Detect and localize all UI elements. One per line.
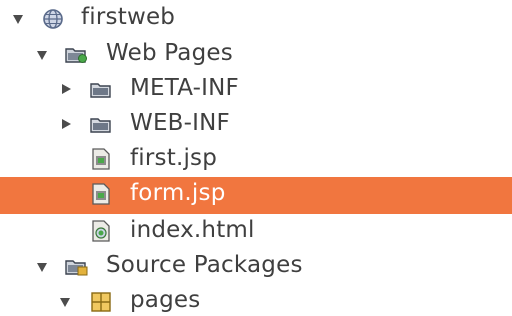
jsp-file-icon [91, 183, 113, 205]
tree-item-label: form.jsp [130, 180, 226, 206]
web-pages-folder-icon [65, 45, 87, 65]
expand-arrow-icon[interactable] [60, 119, 72, 131]
tree-item-label: Source Packages [106, 252, 303, 278]
expand-arrow-icon[interactable] [60, 84, 72, 96]
tree-item-meta-inf[interactable]: META-INF [0, 72, 512, 108]
tree-item-pages[interactable]: pages [0, 284, 512, 316]
expand-arrow-icon[interactable] [60, 296, 72, 308]
tree-item-label: index.html [130, 217, 255, 243]
tree-item-source-packages[interactable]: Source Packages [0, 249, 512, 285]
tree-item-label: firstweb [81, 4, 176, 30]
package-icon [90, 291, 112, 312]
source-packages-icon [65, 257, 88, 277]
tree-item-web-inf[interactable]: WEB-INF [0, 107, 512, 143]
tree-item-firstweb[interactable]: firstweb [0, 1, 512, 37]
jsp-file-icon [91, 148, 113, 170]
folder-icon [90, 80, 112, 100]
globe-icon [42, 8, 64, 29]
tree-item-index-html[interactable]: index.html [0, 214, 512, 250]
tree-item-label: Web Pages [106, 40, 233, 66]
folder-icon [90, 115, 112, 135]
html-file-icon [91, 220, 113, 242]
tree-item-label: pages [130, 287, 201, 313]
tree-item-label: first.jsp [130, 145, 218, 171]
tree-item-label: META-INF [130, 75, 239, 101]
expand-arrow-icon[interactable] [13, 13, 25, 25]
expand-arrow-icon[interactable] [37, 49, 49, 61]
tree-item-first-jsp[interactable]: first.jsp [0, 142, 512, 178]
tree-item-form-jsp[interactable]: form.jsp [0, 177, 512, 214]
project-tree: firstweb Web Pages META-INF WEB-INF firs… [0, 0, 512, 316]
tree-item-label: WEB-INF [130, 110, 230, 136]
expand-arrow-icon[interactable] [37, 261, 49, 273]
tree-item-web-pages[interactable]: Web Pages [0, 37, 512, 73]
